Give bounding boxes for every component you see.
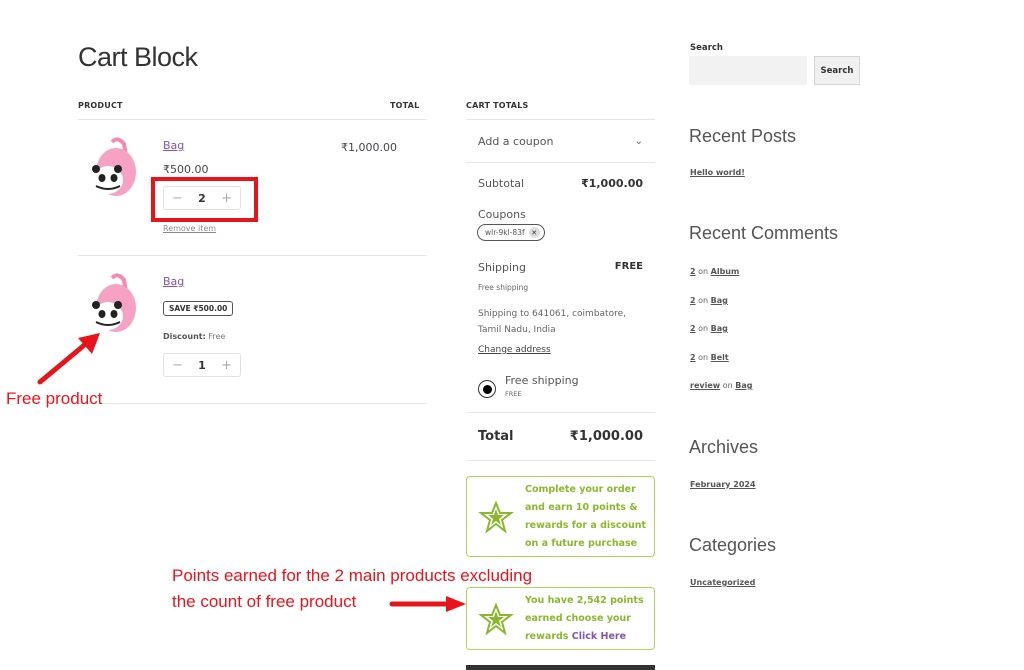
subtotal-label: Subtotal	[478, 177, 525, 190]
backpack-icon	[92, 137, 136, 196]
total-column-header: TOTAL	[390, 101, 420, 110]
archives-title: Archives	[689, 437, 759, 457]
search-label: Search	[690, 43, 723, 53]
points-balance-notice: You have 2,542 points earned choose your…	[466, 587, 655, 650]
quantity-stepper[interactable]: − 1 +	[163, 353, 241, 377]
comment-on-text: on	[698, 324, 709, 333]
decrease-quantity-button[interactable]: −	[172, 358, 183, 373]
chevron-down-icon: ⌄	[634, 135, 643, 147]
archive-link[interactable]: February 2024	[690, 480, 756, 489]
shipping-label: Shipping	[478, 261, 526, 274]
comment-on-text: on	[698, 267, 709, 276]
discount-label: Discount:	[163, 332, 206, 341]
coupon-chip: wlr-9kl-83f ✕	[477, 224, 545, 241]
subtotal-value: ₹1,000.00	[581, 177, 643, 190]
annotation-arrow-icon	[37, 333, 100, 385]
save-badge: SAVE ₹500.00	[163, 301, 234, 316]
comment-on-text: on	[698, 353, 709, 362]
shipping-address: Shipping to 641061, coimbatore, Tamil Na…	[478, 309, 626, 335]
divider	[466, 460, 655, 461]
discount-value: Free	[208, 332, 226, 341]
earn-points-notice: Complete your order and earn 10 points &…	[466, 476, 655, 557]
product-link[interactable]: Bag	[163, 275, 184, 288]
rewards-click-here-link[interactable]: Click Here	[572, 631, 626, 642]
change-address-link[interactable]: Change address	[478, 345, 551, 355]
comment-item: 2 on Bag	[690, 324, 728, 333]
shipping-value: FREE	[614, 261, 643, 272]
points-annotation-line1: Points earned for the 2 main products ex…	[172, 566, 533, 585]
comment-post-link[interactable]: Album	[711, 267, 740, 276]
decrease-quantity-button[interactable]: −	[172, 191, 183, 206]
comment-on-text: on	[698, 296, 709, 305]
comment-post-link[interactable]: Bag	[735, 381, 752, 390]
comment-author-link[interactable]: 2	[690, 353, 696, 362]
category-link[interactable]: Uncategorized	[690, 578, 755, 587]
points-annotation-line2: the count of free product	[172, 592, 357, 611]
comment-post-link[interactable]: Bag	[711, 296, 728, 305]
search-input[interactable]	[689, 56, 807, 85]
comment-post-link[interactable]: Bag	[711, 324, 728, 333]
shipping-method: Free shipping	[478, 283, 529, 292]
shipping-option-price: FREE	[505, 390, 522, 398]
comment-item: 2 on Bag	[690, 296, 728, 305]
quantity-value[interactable]: 2	[198, 192, 206, 205]
comment-author-link[interactable]: 2	[690, 296, 696, 305]
discount-info: Discount: Free	[163, 332, 225, 341]
comment-post-link[interactable]: Belt	[711, 353, 729, 362]
comment-item: 2 on Album	[690, 267, 739, 276]
increase-quantity-button[interactable]: +	[221, 358, 232, 373]
product-image[interactable]	[88, 136, 140, 200]
product-image[interactable]	[88, 272, 140, 336]
recent-post-link[interactable]: Hello world!	[690, 168, 745, 177]
divider	[78, 403, 427, 404]
product-column-header: PRODUCT	[78, 101, 123, 110]
categories-title: Categories	[689, 535, 777, 555]
divider	[78, 255, 427, 256]
divider	[78, 119, 427, 120]
star-badge-icon	[478, 499, 514, 534]
add-coupon-label: Add a coupon	[478, 134, 554, 148]
remove-item-link[interactable]: Remove item	[163, 224, 216, 233]
remove-coupon-icon[interactable]: ✕	[528, 227, 540, 238]
annotation-arrow-icon	[389, 596, 466, 612]
quantity-stepper[interactable]: − 2 +	[163, 186, 241, 210]
free-shipping-radio[interactable]	[478, 380, 496, 398]
shipping-option-label: Free shipping	[505, 374, 579, 387]
proceed-to-checkout-button[interactable]	[466, 665, 655, 670]
search-button[interactable]: Search	[814, 56, 860, 85]
recent-posts-title: Recent Posts	[689, 126, 797, 146]
earn-points-message: Complete your order and earn 10 points &…	[525, 483, 647, 549]
comment-on-text: on	[722, 381, 733, 390]
divider	[466, 412, 655, 413]
add-coupon-toggle[interactable]: Add a coupon ⌄	[466, 120, 655, 162]
increase-quantity-button[interactable]: +	[221, 191, 232, 206]
comment-author-link[interactable]: review	[690, 381, 720, 390]
backpack-icon	[92, 273, 136, 332]
recent-comments-title: Recent Comments	[689, 223, 839, 243]
coupon-code: wlr-9kl-83f	[485, 228, 525, 237]
comment-item: review on Bag	[690, 381, 752, 390]
divider	[466, 162, 655, 163]
line-total: ₹1,000.00	[341, 141, 397, 154]
quantity-value[interactable]: 1	[198, 359, 206, 372]
star-badge-icon	[478, 601, 514, 636]
total-value: ₹1,000.00	[569, 429, 643, 444]
comment-author-link[interactable]: 2	[690, 324, 696, 333]
unit-price: ₹500.00	[163, 163, 209, 176]
comment-author-link[interactable]: 2	[690, 267, 696, 276]
page-title: Cart Block	[78, 42, 198, 72]
comment-item: 2 on Belt	[690, 353, 729, 362]
coupons-label: Coupons	[478, 208, 526, 221]
total-label: Total	[478, 429, 514, 444]
free-product-annotation: Free product	[6, 389, 103, 408]
cart-totals-header: CART TOTALS	[466, 101, 529, 110]
product-link[interactable]: Bag	[163, 139, 184, 152]
